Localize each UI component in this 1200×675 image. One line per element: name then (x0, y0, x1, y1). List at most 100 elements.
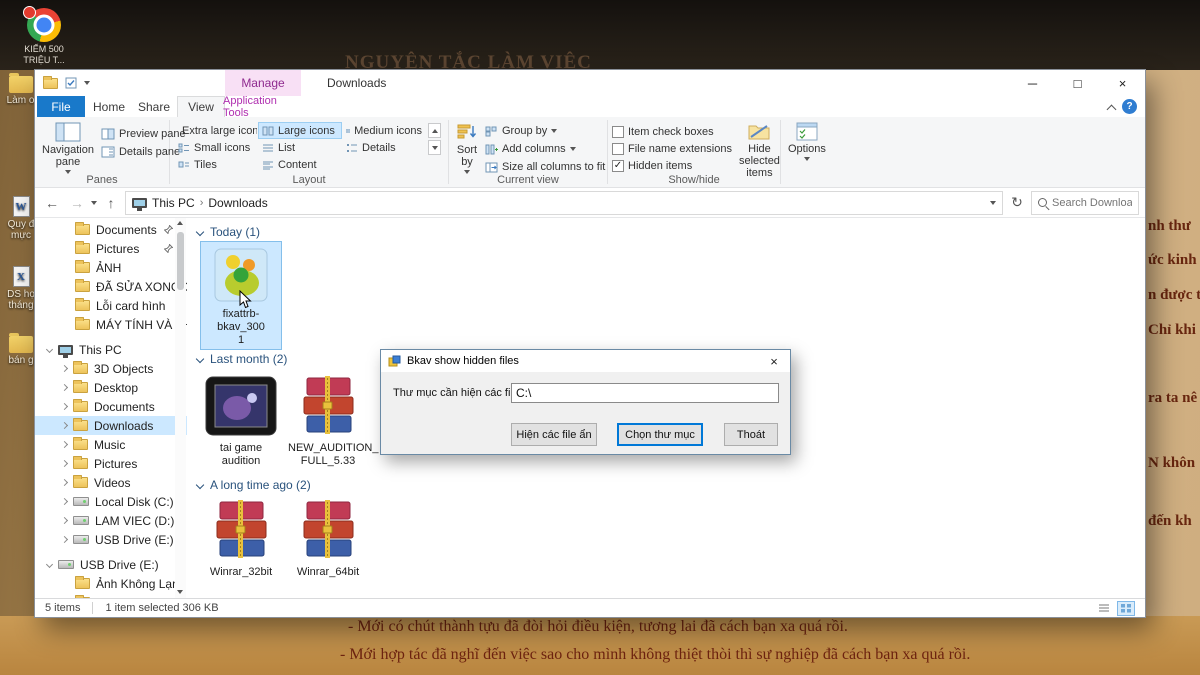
nav-item-music[interactable]: Music (35, 435, 187, 454)
exit-button[interactable]: Thoát (724, 423, 778, 446)
tab-home[interactable]: Home (87, 96, 131, 117)
expander-right-icon[interactable] (61, 384, 68, 391)
layout-extra-large-icons[interactable]: Extra large icons (174, 122, 258, 139)
back-button[interactable]: ← (41, 192, 63, 214)
layout-tiles[interactable]: Tiles (174, 156, 258, 173)
nav-item-loi-card-hinh[interactable]: Lỗi card hình (35, 296, 187, 315)
recent-locations-icon[interactable] (91, 201, 97, 205)
scroll-down-icon[interactable] (177, 590, 183, 594)
add-columns-button[interactable]: Add columns (481, 140, 609, 158)
details-view-toggle[interactable] (1095, 601, 1113, 616)
scroll-up-icon[interactable] (177, 221, 183, 225)
winrar-archive-icon (201, 494, 281, 566)
layout-scroll-down[interactable] (428, 140, 441, 155)
up-button[interactable]: ↑ (100, 192, 122, 214)
qat-properties-icon[interactable] (65, 77, 77, 89)
layout-medium-icons[interactable]: Medium icons (342, 122, 426, 139)
mouse-cursor (239, 290, 252, 312)
close-button[interactable]: × (1100, 70, 1145, 96)
nav-item-pictures-pinned[interactable]: Pictures (35, 239, 187, 258)
show-hidden-files-button[interactable]: Hiện các file ẩn (511, 423, 597, 446)
nav-item-may-tinh-va-phan-m[interactable]: MÁY TÍNH VÀ PHẦN M (35, 315, 187, 334)
expander-right-icon[interactable] (61, 460, 68, 467)
search-box[interactable] (1031, 191, 1139, 215)
nav-item-anh[interactable]: ẢNH (35, 258, 187, 277)
nav-item-da-sua-xong-clip[interactable]: ĐÃ SỬA XONG CLIP CH (35, 277, 187, 296)
expander-right-icon[interactable] (61, 536, 68, 543)
nav-item-videos[interactable]: Videos (35, 473, 187, 492)
expander-down-icon[interactable] (46, 346, 53, 353)
folder-icon (75, 300, 90, 311)
dialog-close-button[interactable]: × (758, 350, 790, 372)
file-winrar-32bit[interactable]: Winrar_32bit (201, 494, 281, 581)
file-winrar-64bit[interactable]: Winrar_64bit (288, 494, 368, 581)
nav-item-lam-viec-d[interactable]: LAM VIEC (D:) (35, 511, 187, 530)
sort-by-button[interactable]: Sort by (453, 121, 481, 175)
manage-contextual-header[interactable]: Manage (225, 70, 301, 96)
nav-item-pictures[interactable]: Pictures (35, 454, 187, 473)
item-check-boxes-checkbox[interactable]: Item check boxes (612, 123, 732, 140)
expander-down-icon[interactable] (46, 561, 53, 568)
layout-large-icons[interactable]: Large icons (258, 122, 342, 139)
nav-item-this-pc[interactable]: This PC (35, 340, 187, 359)
group-by-button[interactable]: Group by (481, 122, 609, 140)
expander-right-icon[interactable] (61, 479, 68, 486)
chrome-shortcut[interactable]: KIẾM 500 TRIỆU T... (18, 8, 70, 66)
nav-item-usb-drive-root[interactable]: USB Drive (E:) (35, 555, 187, 574)
options-icon (796, 122, 818, 141)
nav-item-local-disk-c[interactable]: Local Disk (C:) (35, 492, 187, 511)
expander-right-icon[interactable] (61, 441, 68, 448)
minimize-ribbon-icon[interactable] (1108, 102, 1115, 116)
nav-item-anh-khong-lanh[interactable]: Ảnh Không Lạnh (35, 574, 187, 593)
large-icons-view-toggle[interactable] (1117, 601, 1135, 616)
folder-path-input[interactable] (511, 383, 779, 403)
nav-scrollbar[interactable] (175, 218, 186, 598)
qat-customize-icon[interactable] (84, 81, 90, 85)
forward-button[interactable]: → (66, 192, 88, 214)
hidden-items-checkbox[interactable]: ✓ Hidden items (612, 157, 732, 174)
minimize-button[interactable]: ─ (1010, 70, 1055, 96)
file-name-extensions-checkbox[interactable]: File name extensions (612, 140, 732, 157)
group-header-today[interactable]: Today (1) (197, 225, 260, 239)
expander-right-icon[interactable] (61, 403, 68, 410)
address-dropdown-icon[interactable] (990, 201, 996, 205)
layout-details[interactable]: Details (342, 139, 426, 156)
layout-list[interactable]: List (258, 139, 342, 156)
tab-share[interactable]: Share (131, 96, 177, 117)
scrollbar-thumb[interactable] (177, 232, 184, 290)
nav-item-3d-objects[interactable]: 3D Objects (35, 359, 187, 378)
breadcrumb-this-pc[interactable]: This PC (152, 196, 195, 210)
options-button[interactable]: Options (785, 121, 829, 162)
expander-right-icon[interactable] (61, 498, 68, 505)
expander-right-icon[interactable] (61, 365, 68, 372)
layout-scroll-up[interactable] (428, 123, 441, 138)
video-file-icon (201, 370, 281, 442)
file-tai-game-audition[interactable]: tai game audition (201, 370, 281, 470)
group-header-long-time-ago[interactable]: A long time ago (2) (197, 478, 311, 492)
file-new-audition-full[interactable]: NEW_AUDITION_ FULL_5.33 (288, 370, 368, 470)
expander-right-icon[interactable] (61, 422, 68, 429)
layout-small-icons[interactable]: Small icons (174, 139, 258, 156)
tab-application-tools[interactable]: Application Tools (223, 96, 305, 117)
breadcrumb-bar[interactable]: This PC › Downloads (125, 191, 1003, 215)
group-header-last-month[interactable]: Last month (2) (197, 352, 287, 366)
ribbon-group-options: Options (781, 117, 833, 187)
choose-folder-button[interactable]: Chọn thư mục (617, 423, 703, 446)
search-input[interactable] (1052, 197, 1132, 209)
nav-item-documents[interactable]: Documents (35, 397, 187, 416)
tab-file[interactable]: File (37, 96, 85, 117)
nav-item-downloads-selected[interactable]: Downloads (35, 416, 187, 435)
maximize-button[interactable]: □ (1055, 70, 1100, 96)
nav-item-documents-pinned[interactable]: Documents (35, 220, 187, 239)
tab-view[interactable]: View (177, 96, 225, 117)
folder-icon (73, 363, 88, 374)
refresh-button[interactable]: ↻ (1006, 192, 1028, 214)
nav-item-usb-drive-e[interactable]: USB Drive (E:) (35, 530, 187, 549)
nav-item-desktop[interactable]: Desktop (35, 378, 187, 397)
layout-content[interactable]: Content (258, 156, 342, 173)
navigation-pane-button[interactable]: Navigation pane (39, 121, 97, 175)
hide-selected-items-button[interactable]: Hide selected items (736, 121, 783, 180)
help-icon[interactable]: ? (1122, 99, 1137, 114)
breadcrumb-downloads[interactable]: Downloads (208, 196, 267, 210)
expander-right-icon[interactable] (61, 517, 68, 524)
